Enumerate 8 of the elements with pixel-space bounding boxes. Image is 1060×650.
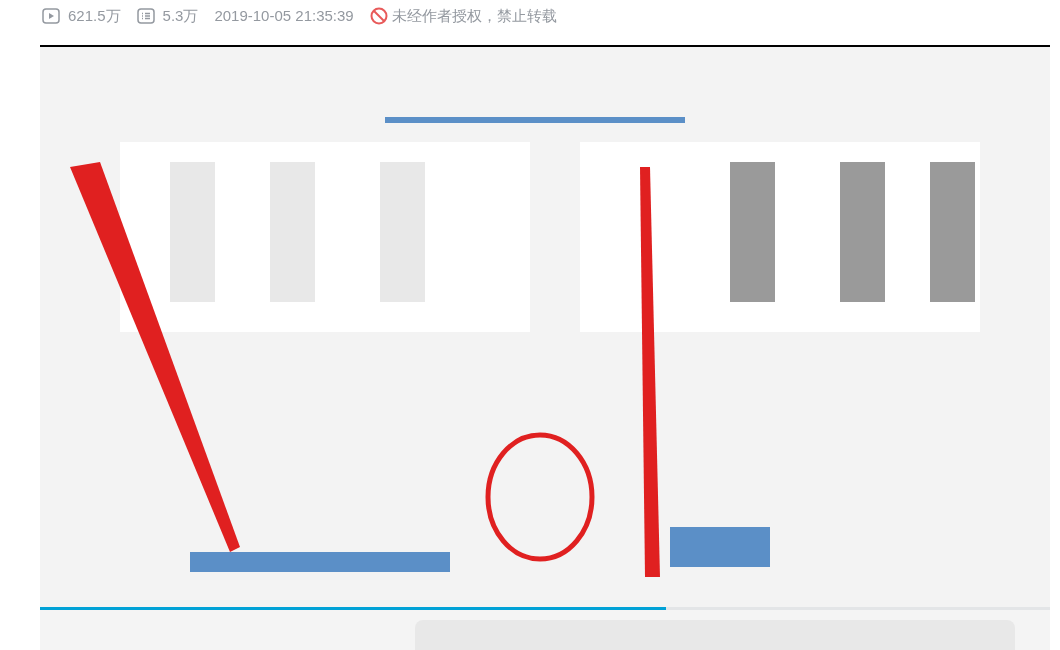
- publish-date: 2019-10-05 21:35:39: [214, 5, 354, 26]
- view-count: 621.5万: [68, 5, 121, 26]
- play-count-icon: [42, 8, 60, 24]
- copyright-notice: 未经作者授权，禁止转载: [391, 5, 557, 26]
- prohibited-icon: [369, 7, 388, 25]
- danmaku-count: 5.3万: [162, 5, 199, 26]
- progress-bar[interactable]: [40, 607, 1050, 610]
- comment-list-icon: [136, 8, 155, 24]
